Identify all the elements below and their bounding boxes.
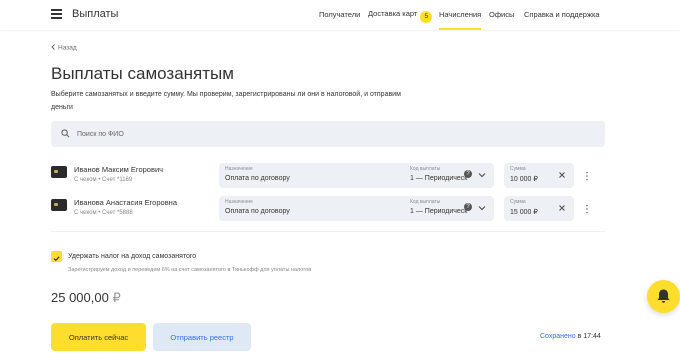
purpose-value: Оплата по договору <box>225 208 290 215</box>
payee-meta: С чеком • Счет *5888 <box>74 210 133 216</box>
payee-row: Иванов Максим Егорович С чеком • Счет *1… <box>51 163 605 188</box>
amount-value: 15 000 ₽ <box>510 209 538 216</box>
amount-field[interactable]: Сумма 10 000 ₽ <box>504 163 574 188</box>
total-currency: ₽ <box>112 290 121 305</box>
withhold-tax-checkbox[interactable] <box>51 251 62 262</box>
bell-icon <box>657 289 670 303</box>
close-icon[interactable] <box>558 204 566 212</box>
saved-link[interactable]: Сохранено <box>540 333 576 340</box>
purpose-label: Назначение <box>225 199 253 205</box>
help-icon[interactable]: ? <box>464 170 472 178</box>
card-icon <box>51 199 67 211</box>
card-icon <box>51 166 67 178</box>
payee-meta: С чеком • Счет *1169 <box>74 177 133 183</box>
total-amount: 25 000,00 ₽ <box>51 290 121 306</box>
top-bar: Выплаты Получатели Доставка карт 5 Начисл… <box>0 0 680 30</box>
send-registry-button[interactable]: Отправить реестр <box>153 323 251 351</box>
page-title: Выплаты самозанятым <box>51 64 234 83</box>
app-title: Выплаты <box>72 8 119 20</box>
count-badge: 5 <box>420 11 433 23</box>
search-icon <box>61 129 70 138</box>
code-label: Код выплаты <box>410 199 441 205</box>
amount-label: Сумма <box>510 199 526 205</box>
chevron-down-icon <box>478 206 486 211</box>
purpose-label: Назначение <box>225 166 253 172</box>
amount-field[interactable]: Сумма 15 000 ₽ <box>504 196 574 221</box>
nav-item-accruals[interactable]: Начисления <box>439 10 482 30</box>
chevron-down-icon <box>478 173 486 178</box>
withhold-tax-note: Зарегистрируем доход и переведем 6% на с… <box>68 267 312 273</box>
pay-now-button[interactable]: Оплатить сейчас <box>51 323 146 351</box>
code-value: 1 — Периодическ <box>410 175 468 182</box>
search-input[interactable] <box>73 121 593 147</box>
chevron-left-icon <box>51 44 55 50</box>
divider <box>51 231 605 232</box>
saved-time: в 17:44 <box>577 333 601 340</box>
nav-item-help[interactable]: Справка и поддержка <box>524 10 600 19</box>
code-label: Код выплаты <box>410 166 441 172</box>
payee-row: Иванова Анастасия Егоровна С чеком • Сче… <box>51 196 605 221</box>
more-vertical-icon[interactable] <box>584 170 590 182</box>
notifications-button[interactable] <box>647 280 680 313</box>
nav-item-recipients[interactable]: Получатели <box>319 10 360 19</box>
nav-item-card-delivery[interactable]: Доставка карт 5 <box>368 9 433 23</box>
search-box <box>51 121 605 147</box>
purpose-value: Оплата по договору <box>225 175 290 182</box>
payee-name: Иванов Максим Егорович <box>74 165 164 174</box>
close-icon[interactable] <box>558 171 566 179</box>
total-value: 25 000,00 <box>51 290 109 305</box>
nav-item-offices[interactable]: Офисы <box>489 10 514 19</box>
code-value: 1 — Периодическ <box>410 208 468 215</box>
check-icon <box>53 256 60 262</box>
help-icon[interactable]: ? <box>464 203 472 211</box>
payout-code-select[interactable]: Код выплаты 1 — Периодическ ? <box>404 196 494 221</box>
payee-name: Иванова Анастасия Егоровна <box>74 198 177 207</box>
saved-status: Сохранено в 17:44 <box>540 333 601 340</box>
back-link[interactable]: Назад <box>51 44 77 52</box>
page-subtitle: Выберите самозанятых и введите сумму. Мы… <box>51 91 401 111</box>
amount-label: Сумма <box>510 166 526 172</box>
more-vertical-icon[interactable] <box>584 203 590 215</box>
payout-code-select[interactable]: Код выплаты 1 — Периодическ ? <box>404 163 494 188</box>
amount-value: 10 000 ₽ <box>510 176 538 183</box>
withhold-tax-label[interactable]: Удержать налог на доход самозанятого <box>68 253 196 260</box>
menu-icon[interactable] <box>51 9 62 19</box>
